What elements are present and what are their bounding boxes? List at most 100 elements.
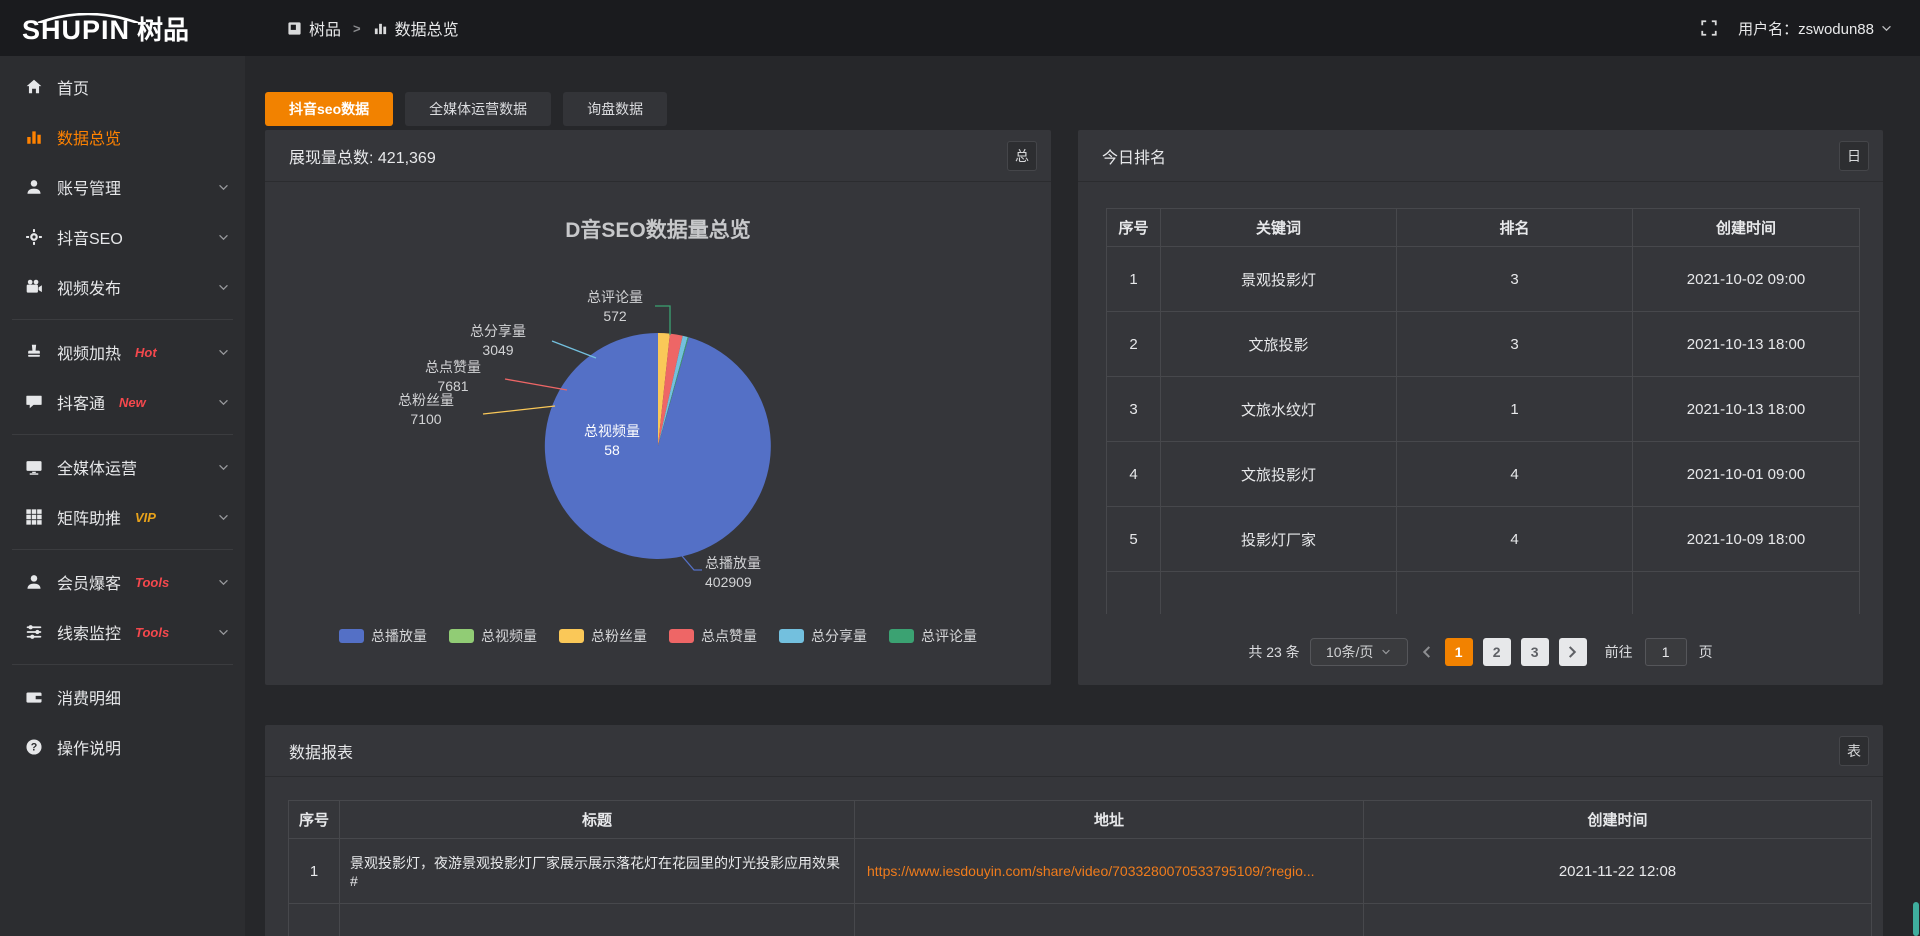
sidebar-item-label: 抖客通 — [57, 390, 105, 414]
scrollbar-thumb[interactable] — [1913, 902, 1919, 936]
sidebar-item-monitor[interactable]: 全媒体运营 — [0, 442, 245, 492]
leader-line-play — [682, 556, 702, 570]
column-header: 创建时间 — [1633, 209, 1860, 247]
sidebar-item-user[interactable]: 账号管理 — [0, 162, 245, 212]
goto-page-input[interactable]: 1 — [1645, 638, 1687, 666]
sidebar-divider — [12, 549, 233, 550]
topbar-right: 用户名：zswodun88 — [1700, 18, 1920, 39]
pie-label-play: 总播放量 402909 — [705, 554, 835, 592]
leader-line-like — [505, 379, 567, 390]
user-menu[interactable]: 用户名：zswodun88 — [1738, 18, 1892, 39]
table-cell: 3 — [1107, 377, 1161, 442]
legend-item-5[interactable]: 总评论量 — [889, 626, 977, 646]
ranking-table-area: 序号关键词排名创建时间 1景观投影灯32021-10-02 09:002文旅投影… — [1078, 182, 1883, 684]
table-row: 3文旅水纹灯12021-10-13 18:00 — [1107, 377, 1860, 442]
page-buttons: 123 — [1445, 638, 1549, 666]
page-size-select[interactable]: 10条/页 — [1310, 638, 1408, 666]
legend-item-1[interactable]: 总视频量 — [449, 626, 537, 646]
brand-logo[interactable]: SHUPIN 树品 — [0, 10, 245, 47]
sidebar-item-chat[interactable]: 抖客通New — [0, 377, 245, 427]
sliders-icon — [25, 623, 43, 641]
sidebar-item-gear[interactable]: 抖音SEO — [0, 212, 245, 262]
sidebar-item-label: 操作说明 — [57, 735, 121, 759]
page-button-1[interactable]: 1 — [1445, 638, 1473, 666]
page-button-3[interactable]: 3 — [1521, 638, 1549, 666]
tab-2[interactable]: 询盘数据 — [563, 92, 667, 126]
sidebar-divider — [12, 434, 233, 435]
page-button-2[interactable]: 2 — [1483, 638, 1511, 666]
table-cell: 4 — [1397, 442, 1633, 507]
sidebar-item-video-camera[interactable]: 视频发布 — [0, 262, 245, 312]
gear-icon — [25, 228, 43, 246]
prev-page-button[interactable] — [1422, 645, 1431, 659]
sidebar-item-help[interactable]: ? 操作说明 — [0, 722, 245, 772]
next-page-button[interactable] — [1559, 638, 1587, 666]
table-row: 5投影灯厂家42021-10-09 18:00 — [1107, 507, 1860, 572]
column-header: 地址 — [855, 801, 1364, 839]
tab-0[interactable]: 抖音seo数据 — [265, 92, 393, 126]
fullscreen-icon[interactable] — [1700, 19, 1718, 37]
chevron-down-icon — [1881, 25, 1892, 32]
sidebar-item-grid[interactable]: 矩阵助推VIP — [0, 492, 245, 542]
sidebar-item-label: 矩阵助推 — [57, 505, 121, 529]
table-cell: 2021-11-22 12:08 — [1364, 839, 1872, 904]
column-header: 创建时间 — [1364, 801, 1872, 839]
report-table: 序号标题地址创建时间 1景观投影灯，夜游景观投影灯厂家展示展示落花灯在花园里的灯… — [288, 800, 1872, 936]
report-card-title: 数据报表 — [289, 739, 353, 763]
sidebar-item-stamp[interactable]: 视频加热 Hot — [0, 327, 245, 377]
sidebar-item-chart-bars[interactable]: 数据总览 — [0, 112, 245, 162]
ranking-card-title: 今日排名 — [1102, 144, 1166, 168]
table-cell[interactable]: https://www.iesdouyin.com/share/video/70… — [855, 839, 1364, 904]
legend-swatch — [559, 629, 584, 643]
sidebar-item-wallet[interactable]: 消费明细 — [0, 672, 245, 722]
sidebar-item-label: 首页 — [57, 75, 89, 99]
user-icon — [25, 178, 43, 196]
sidebar-item-home[interactable]: 首页 — [0, 62, 245, 112]
daily-view-button[interactable]: 日 — [1839, 141, 1869, 171]
chevron-down-icon — [218, 184, 229, 191]
sidebar-item-badge: Hot — [135, 345, 157, 360]
breadcrumb-item-current[interactable]: 数据总览 — [395, 16, 459, 40]
chart-bars-icon — [25, 128, 43, 146]
legend-swatch — [779, 629, 804, 643]
table-cell: 5 — [1107, 507, 1161, 572]
leader-line-share — [552, 341, 596, 358]
sidebar-item-person[interactable]: 会员爆客Tools — [0, 557, 245, 607]
grid-icon — [25, 508, 43, 526]
legend-item-3[interactable]: 总点赞量 — [669, 626, 757, 646]
sidebar-item-sliders[interactable]: 线索监控Tools — [0, 607, 245, 657]
breadcrumb-item-root[interactable]: 树品 — [309, 16, 341, 40]
table-cell: 2021-10-02 09:00 — [1633, 247, 1860, 312]
page-unit-label: 页 — [1699, 642, 1713, 662]
data-report-card: 数据报表 表 序号标题地址创建时间 1景观投影灯，夜游景观投影灯厂家展示展示落花… — [265, 725, 1883, 936]
pagination-total: 共 23 条 — [1248, 642, 1299, 662]
sidebar-item-label: 视频加热 — [57, 340, 121, 364]
column-header: 排名 — [1397, 209, 1633, 247]
table-view-button[interactable]: 表 — [1839, 736, 1869, 766]
table-row: 1景观投影灯，夜游景观投影灯厂家展示展示落花灯在花园里的灯光投影应用效果 #ht… — [289, 839, 1872, 904]
tab-1[interactable]: 全媒体运营数据 — [405, 92, 551, 126]
table-cell: 景观投影灯 — [1161, 247, 1397, 312]
logo-arc-decoration — [36, 13, 140, 23]
top-bar: SHUPIN 树品 树品 > 数据总览 用户名：zswodun88 — [0, 0, 1920, 56]
table-cell: 2021-10-01 09:00 — [1633, 442, 1860, 507]
sidebar-item-label: 抖音SEO — [57, 225, 123, 249]
sidebar-divider — [12, 319, 233, 320]
overview-card-header: 展现量总数: 421,369 总 — [265, 130, 1051, 182]
legend-item-4[interactable]: 总分享量 — [779, 626, 867, 646]
home-icon — [25, 78, 43, 96]
pagination: 共 23 条 10条/页 123 前往 1 页 — [1078, 638, 1883, 666]
legend-item-0[interactable]: 总播放量 — [339, 626, 427, 646]
today-ranking-card: 今日排名 日 序号关键词排名创建时间 1景观投影灯32021-10-02 09:… — [1078, 130, 1883, 685]
chevron-down-icon — [218, 579, 229, 586]
help-icon: ? — [25, 738, 43, 756]
table-row-empty — [289, 904, 1872, 936]
legend-item-2[interactable]: 总粉丝量 — [559, 626, 647, 646]
table-cell: 3 — [1397, 312, 1633, 377]
table-cell: 文旅投影 — [1161, 312, 1397, 377]
ranking-card-header: 今日排名 日 — [1078, 130, 1883, 182]
total-view-button[interactable]: 总 — [1007, 141, 1037, 171]
leader-line-fans — [483, 406, 555, 414]
chevron-down-icon — [218, 514, 229, 521]
chevron-down-icon — [218, 349, 229, 356]
